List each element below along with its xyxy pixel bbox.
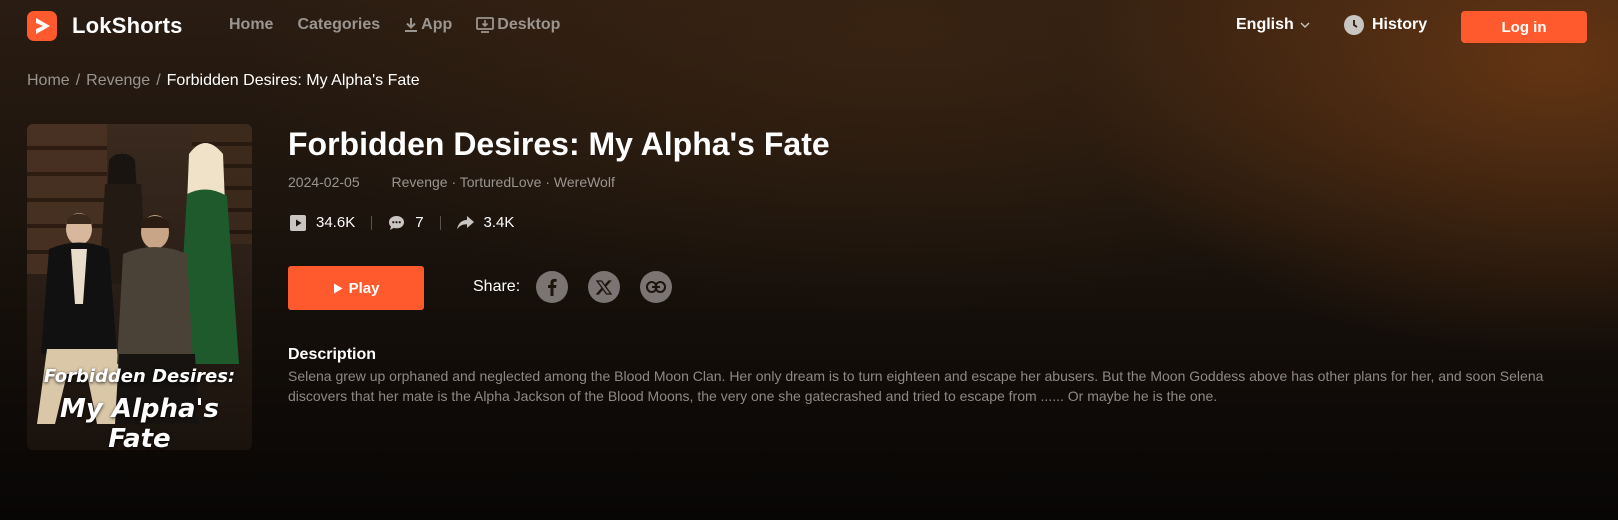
brand-name: LokShorts	[72, 13, 183, 38]
nav-categories[interactable]: Categories	[297, 16, 380, 34]
comment-icon	[389, 215, 405, 230]
play-label: Play	[348, 279, 380, 297]
release-date: 2024-02-05	[288, 174, 360, 190]
language-selector[interactable]: English	[1236, 16, 1310, 34]
login-label: Log in	[1501, 18, 1547, 36]
share-link-button[interactable]	[640, 271, 673, 303]
genre-tags: Revenge · TorturedLove · WereWolf	[391, 174, 615, 190]
breadcrumb-separator: /	[75, 72, 81, 89]
share-facebook-button[interactable]	[536, 271, 569, 303]
login-button[interactable]: Log in	[1461, 11, 1587, 43]
breadcrumb-separator: /	[156, 72, 161, 89]
share-arrow-icon	[456, 215, 474, 229]
play-button[interactable]: Play	[288, 266, 424, 310]
history-button[interactable]: History	[1344, 15, 1427, 35]
breadcrumb: Home / Revenge / Forbidden Desires: My A…	[27, 72, 420, 90]
poster-image[interactable]: Forbidden Desires: My Alpha's Fate	[27, 124, 252, 450]
nav-app-label: App	[421, 16, 453, 33]
stat-divider	[439, 215, 441, 230]
play-count-value: 34.6K	[316, 214, 356, 231]
nav-app[interactable]: App	[404, 16, 452, 34]
share-count[interactable]: 3.4K	[456, 214, 515, 231]
brand-logo[interactable]: LokShorts	[27, 11, 183, 41]
chevron-down-icon	[1300, 22, 1310, 28]
description-heading: Description	[288, 346, 377, 363]
description-text: Selena grew up orphaned and neglected am…	[288, 368, 1544, 404]
top-header: LokShorts Home Categories App Desktop En…	[0, 0, 1618, 52]
nav-home[interactable]: Home	[229, 16, 273, 34]
nav-desktop-label: Desktop	[497, 16, 561, 33]
history-label: History	[1372, 16, 1428, 33]
language-label: English	[1236, 16, 1294, 33]
x-icon	[596, 279, 613, 295]
comment-count[interactable]: 7	[388, 214, 424, 231]
download-icon	[405, 18, 418, 32]
play-count: 34.6K	[290, 214, 355, 231]
share-label: Share:	[473, 278, 521, 295]
stat-divider	[371, 215, 373, 230]
show-meta: 2024-02-05 Revenge · TorturedLove · Were…	[288, 174, 615, 190]
share-count-value: 3.4K	[483, 214, 515, 231]
logo-icon	[27, 11, 57, 41]
nav-home-label: Home	[229, 16, 274, 33]
play-icon	[333, 283, 343, 293]
nav-desktop[interactable]: Desktop	[476, 16, 560, 34]
comment-count-value: 7	[415, 214, 424, 231]
page-title: Forbidden Desires: My Alpha's Fate	[288, 126, 830, 162]
show-stats: 34.6K 7 3.4K	[290, 214, 514, 231]
clock-icon	[1344, 15, 1364, 35]
share-row: Share:	[473, 271, 692, 303]
link-icon	[646, 281, 667, 293]
share-x-button[interactable]	[588, 271, 621, 303]
facebook-icon	[548, 278, 557, 296]
breadcrumb-category[interactable]: Revenge	[86, 72, 150, 90]
breadcrumb-current: Forbidden Desires: My Alpha's Fate	[166, 72, 420, 89]
desktop-download-icon	[476, 17, 495, 33]
main-nav: Home Categories App Desktop	[229, 16, 584, 34]
poster-title-line2: My Alpha's Fate	[59, 394, 219, 450]
play-square-icon	[290, 214, 306, 231]
nav-categories-label: Categories	[297, 16, 381, 33]
poster-title-line1: Forbidden Desires:	[43, 366, 236, 387]
breadcrumb-home[interactable]: Home	[27, 72, 70, 90]
